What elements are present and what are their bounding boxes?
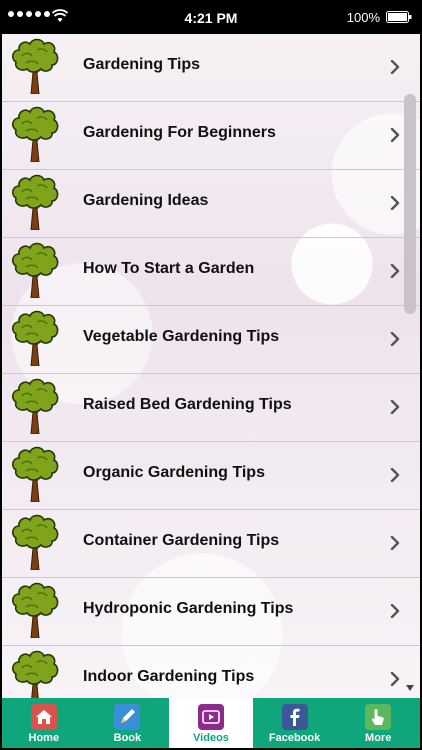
tab-label: Facebook <box>268 732 321 744</box>
hand-pointer-icon <box>365 704 392 730</box>
topic-list: Gardening Tips Gardening For Beginners G… <box>2 34 420 698</box>
tab-label: Book <box>113 732 142 744</box>
list-item-label: Indoor Gardening Tips <box>83 668 255 685</box>
tab-label: Home <box>28 732 60 744</box>
list-item[interactable]: How To Start a Garden <box>2 238 420 306</box>
list-item-label: Hydroponic Gardening Tips <box>83 600 294 617</box>
list-item[interactable]: Gardening Tips <box>2 34 420 102</box>
scrollbar[interactable] <box>404 94 416 694</box>
tree-icon <box>10 378 60 435</box>
tree-icon <box>10 650 60 698</box>
scroll-down-arrow-icon[interactable] <box>405 684 415 692</box>
list-item[interactable]: Gardening Ideas <box>2 170 420 238</box>
facebook-icon <box>281 704 308 730</box>
list-item[interactable]: Vegetable Gardening Tips <box>2 306 420 374</box>
chevron-right-icon <box>390 195 400 211</box>
list-item[interactable]: Organic Gardening Tips <box>2 442 420 510</box>
list-item-label: Gardening Ideas <box>83 192 209 209</box>
chevron-right-icon <box>390 671 400 687</box>
list-item[interactable]: Gardening For Beginners <box>2 102 420 170</box>
tab-book[interactable]: Book <box>86 698 170 748</box>
tab-label: Videos <box>193 732 229 744</box>
scroll-thumb[interactable] <box>404 94 416 314</box>
list-item-label: Gardening Tips <box>83 56 201 73</box>
tree-icon <box>10 310 60 367</box>
chevron-right-icon <box>390 535 400 551</box>
chevron-right-icon <box>390 331 400 347</box>
chevron-right-icon <box>390 467 400 483</box>
tree-icon <box>10 38 60 95</box>
list-item-label: How To Start a Garden <box>83 260 255 277</box>
list-item[interactable]: Hydroponic Gardening Tips <box>2 578 420 646</box>
book-pencil-icon <box>114 704 141 730</box>
list-item-label: Raised Bed Gardening Tips <box>83 396 292 413</box>
chevron-right-icon <box>390 603 400 619</box>
tree-icon <box>10 582 60 639</box>
list-item-label: Gardening For Beginners <box>83 124 276 141</box>
tab-bar: Home Book Videos Facebook More <box>2 698 420 748</box>
tab-label: More <box>365 732 392 744</box>
video-play-icon <box>197 704 224 730</box>
home-icon <box>30 704 57 730</box>
list-item-label: Vegetable Gardening Tips <box>83 328 280 345</box>
tree-icon <box>10 106 60 163</box>
tab-videos[interactable]: Videos <box>169 698 253 748</box>
content-area: Gardening Tips Gardening For Beginners G… <box>2 34 420 698</box>
chevron-right-icon <box>390 59 400 75</box>
list-item[interactable]: Indoor Gardening Tips <box>2 646 420 698</box>
tab-facebook[interactable]: Facebook <box>253 698 337 748</box>
tree-icon <box>10 174 60 231</box>
chevron-right-icon <box>390 263 400 279</box>
tab-more[interactable]: More <box>336 698 420 748</box>
battery-percent: 100% <box>346 10 380 25</box>
list-item[interactable]: Container Gardening Tips <box>2 510 420 578</box>
chevron-right-icon <box>390 127 400 143</box>
tree-icon <box>10 242 60 299</box>
status-bar: 4:21 PM 100% <box>0 0 422 34</box>
tree-icon <box>10 514 60 571</box>
list-item[interactable]: Raised Bed Gardening Tips <box>2 374 420 442</box>
list-item-label: Organic Gardening Tips <box>83 464 265 481</box>
battery-icon <box>386 11 412 23</box>
tab-home[interactable]: Home <box>2 698 86 748</box>
chevron-right-icon <box>390 399 400 415</box>
tree-icon <box>10 446 60 503</box>
list-item-label: Container Gardening Tips <box>83 532 280 549</box>
